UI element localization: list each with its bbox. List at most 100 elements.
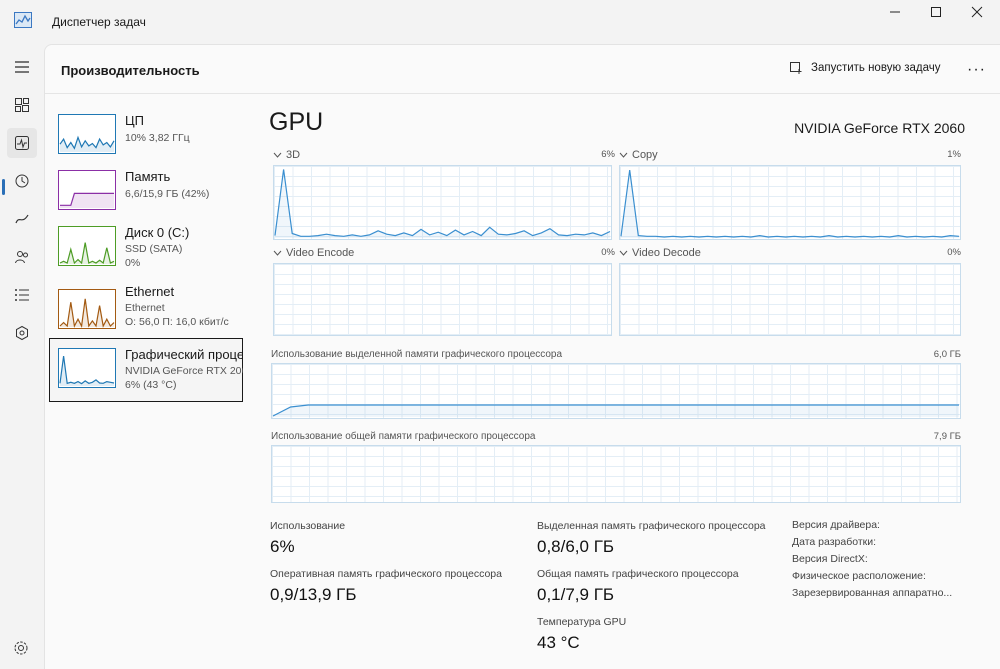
gpu-temperature-value: 43 °C <box>537 633 580 652</box>
graph-plot <box>274 169 611 238</box>
engine-graph-3d <box>273 165 612 240</box>
graph-plot <box>620 264 960 335</box>
graph-plot <box>60 192 114 208</box>
physical-location-label: Физическое расположение: <box>792 570 926 582</box>
nav-performance[interactable] <box>7 128 37 158</box>
chevron-down-icon <box>619 152 628 158</box>
gpu-ram-label: Оперативная память графического процессо… <box>270 568 502 580</box>
gpu-model: NVIDIA GeForce RTX 2060 <box>794 120 965 136</box>
task-manager-icon <box>14 12 32 28</box>
shared-memory-graph <box>271 445 961 503</box>
graph-plot <box>274 264 611 335</box>
shared-memory-graph-label: Использование общей памяти графического … <box>271 431 536 442</box>
more-options-button[interactable]: ··· <box>967 61 986 79</box>
close-icon <box>971 6 983 18</box>
perf-item-detail: Ethernet <box>125 302 165 314</box>
cpu-thumbnail-graph <box>58 114 116 154</box>
engine-max-pct: 0% <box>601 247 615 258</box>
hamburger-menu-button[interactable] <box>7 52 37 82</box>
maximize-icon <box>931 7 941 17</box>
nav-startup-apps[interactable] <box>7 204 37 234</box>
nav-app-history[interactable] <box>7 166 37 196</box>
graph-area <box>275 169 610 238</box>
nav-services[interactable] <box>7 318 37 348</box>
perf-item-ethernet[interactable]: Ethernet Ethernet О: 56,0 П: 16,0 кбит/с <box>50 280 244 342</box>
gpu-thumbnail-graph <box>58 348 116 388</box>
minimize-button[interactable] <box>874 0 916 24</box>
maximize-button[interactable] <box>915 0 957 24</box>
performance-list: ЦП 10% 3,82 ГГц Память 6,6/15,9 ГБ (42%)… <box>45 94 251 654</box>
shared-memory-value: 0,1/7,9 ГБ <box>537 585 615 604</box>
processes-icon <box>15 98 29 112</box>
disk-thumbnail-graph <box>58 226 116 266</box>
engine-selector-copy[interactable]: Copy <box>619 149 658 161</box>
perf-item-name: ЦП <box>125 113 144 128</box>
shared-memory-max: 7,9 ГБ <box>933 431 961 442</box>
startup-icon <box>15 214 29 224</box>
details-icon <box>15 289 29 301</box>
perf-item-detail: SSD (SATA) <box>125 243 183 255</box>
chevron-down-icon <box>619 250 628 256</box>
graph-area <box>60 137 114 152</box>
close-button[interactable] <box>956 0 998 24</box>
engine-graph-video-encode <box>273 263 612 336</box>
title-bar: Диспетчер задач <box>0 0 1000 44</box>
dedicated-memory-label: Выделенная память графического процессор… <box>537 520 766 532</box>
perf-item-disk[interactable]: Диск 0 (C:) SSD (SATA) 0% <box>50 217 244 279</box>
driver-version-label: Версия драйвера: <box>792 519 880 531</box>
graph-plot <box>272 446 960 502</box>
dedicated-memory-graph-label: Использование выделенной памяти графичес… <box>271 349 563 360</box>
gpu-temperature-label: Температура GPU <box>537 616 627 628</box>
hamburger-icon <box>15 61 29 73</box>
chevron-down-icon <box>273 250 282 256</box>
graph-line <box>59 356 115 385</box>
dedicated-memory-max: 6,0 ГБ <box>933 349 961 360</box>
graph-plot <box>59 298 115 328</box>
graph-plot <box>620 170 960 238</box>
graph-plot <box>59 135 115 152</box>
engine-max-pct: 1% <box>947 149 961 160</box>
gpu-title: GPU <box>269 108 324 136</box>
page-title: Производительность <box>61 63 200 78</box>
run-task-icon <box>790 62 802 74</box>
nav-users[interactable] <box>7 242 37 272</box>
perf-item-detail: 6,6/15,9 ГБ (42%) <box>125 188 210 200</box>
dedicated-memory-graph <box>271 363 961 419</box>
perf-item-detail: 0% <box>125 257 141 269</box>
perf-item-cpu[interactable]: ЦП 10% 3,82 ГГц <box>50 105 244 167</box>
settings-button[interactable] <box>13 640 29 661</box>
navigation-rail <box>0 44 44 669</box>
utilization-label: Использование <box>270 520 346 532</box>
utilization-value: 6% <box>270 537 295 556</box>
run-new-task-button[interactable]: Запустить новую задачу <box>789 61 941 75</box>
perf-item-memory[interactable]: Память 6,6/15,9 ГБ (42%) <box>50 161 244 223</box>
engine-graph-video-decode <box>619 263 961 336</box>
services-icon <box>16 325 28 341</box>
window-title: Диспетчер задач <box>52 15 146 29</box>
graph-line <box>620 170 960 238</box>
perf-item-gpu[interactable]: Графический процессор 0 NVIDIA GeForce R… <box>49 338 243 402</box>
minimize-icon <box>890 11 900 13</box>
graph-area <box>273 405 959 417</box>
driver-date-label: Дата разработки: <box>792 536 877 548</box>
engine-label: 3D <box>286 149 301 161</box>
engine-selector-3d[interactable]: 3D <box>273 149 300 161</box>
engine-selector-video-encode[interactable]: Video Encode <box>273 247 354 259</box>
hardware-reserved-memory-label: Зарезервированная аппаратно... <box>792 587 953 599</box>
graph-plot <box>272 404 959 417</box>
engine-label: Video Decode <box>632 247 701 259</box>
engine-selector-video-decode[interactable]: Video Decode <box>619 247 701 259</box>
perf-item-name: Память <box>125 169 171 184</box>
nav-processes[interactable] <box>7 90 37 120</box>
active-indicator <box>2 179 5 195</box>
shared-memory-label: Общая память графического процессора <box>537 568 739 580</box>
engine-label: Video Encode <box>286 247 355 259</box>
content-panel: Производительность Запустить новую задач… <box>44 44 1000 669</box>
page-header: Производительность Запустить новую задач… <box>45 45 1000 94</box>
graph-line <box>274 169 611 237</box>
nav-details[interactable] <box>7 280 37 310</box>
gpu-ram-value: 0,9/13,9 ГБ <box>270 585 357 604</box>
perf-item-name: Ethernet <box>125 284 175 299</box>
run-task-label: Запустить новую задачу <box>811 62 941 74</box>
engine-label: Copy <box>632 149 658 161</box>
